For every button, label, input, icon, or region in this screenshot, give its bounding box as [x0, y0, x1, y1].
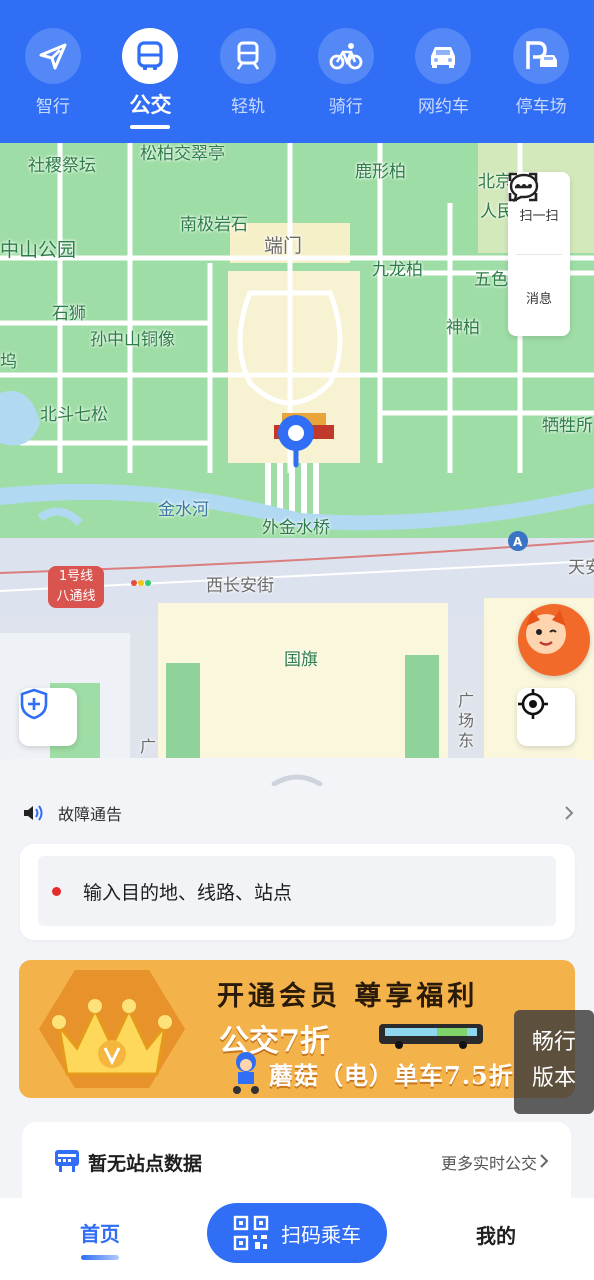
map-side-panel: 扫一扫 消息 [508, 172, 570, 336]
destination-dot-icon [52, 886, 61, 896]
bottom-nav: 首页 扫码乘车 我的 [0, 1190, 594, 1280]
car-icon [415, 28, 472, 84]
station-title: 暂无站点数据 [88, 1153, 203, 1175]
search-card: 输入目的地、线路、站点 [20, 844, 575, 940]
mascot-icon [526, 610, 566, 654]
crown-icon [39, 970, 185, 1088]
train-icon [220, 28, 277, 84]
map-label: 鹿形柏 [355, 162, 406, 182]
map-label: 牺牲所 [542, 416, 593, 436]
mode-label: 轻轨 [231, 97, 266, 117]
svg-text:A: A [513, 535, 523, 549]
parking-icon [513, 28, 570, 84]
version-switch-button[interactable]: 畅行 版本 [514, 1010, 594, 1114]
mode-label: 公交 [129, 93, 172, 117]
fault-notice-label: 故障通告 [58, 805, 123, 824]
metro-line-1: 1号线 [58, 569, 94, 584]
bus-stop-board-icon [55, 1150, 79, 1172]
mode-label: 智行 [35, 97, 70, 117]
version-switch-line1: 畅行 [531, 1030, 576, 1055]
more-realtime-bus-link[interactable]: 更多实时公交 [441, 1150, 537, 1174]
banner-offer-bike: 蘑菇（电）单车7.5折 [269, 1061, 514, 1090]
map-view[interactable]: A 社稷祭坛 松柏交翠亭 鹿形柏 北京故宫 人民 中山公园 南极岩石 端门 九龙… [0, 143, 594, 760]
map-label: 神柏 [446, 318, 480, 338]
metro-line-badge[interactable]: 1号线 八通线 [48, 566, 104, 608]
map-label: 广场东 [458, 691, 475, 750]
map-label: 社稷祭坛 [28, 156, 96, 176]
map-label: 天安 [568, 558, 594, 578]
scan-label: 扫一扫 [519, 209, 559, 225]
map-label: 端门 [264, 235, 303, 257]
speaker-icon [24, 805, 43, 821]
active-indicator [130, 125, 171, 129]
nav-active-indicator [81, 1255, 119, 1260]
membership-banner[interactable]: 开通会员 尊享福利 公交7折 蘑菇（电）单车7.5折 [19, 960, 575, 1098]
scan-to-ride-label: 扫码乘车 [281, 1222, 361, 1247]
bus-illustration-icon [379, 1024, 483, 1049]
fault-notice-row[interactable]: 故障通告 [22, 800, 574, 826]
locate-me-button[interactable] [517, 688, 575, 746]
nav-mine[interactable]: 我的 [454, 1220, 538, 1249]
send-arrow-icon [24, 28, 81, 84]
message-button[interactable]: 消息 [508, 173, 570, 337]
map-label: 九龙柏 [372, 260, 423, 280]
mode-cycling[interactable]: 骑行 [301, 28, 391, 143]
sheet-handle-icon[interactable] [271, 772, 323, 786]
map-label: 西长安街 [206, 576, 274, 596]
mode-label: 骑行 [328, 97, 363, 117]
crosshair-icon [518, 689, 548, 719]
message-icon [509, 173, 539, 202]
map-label: 南极岩石 [180, 215, 248, 235]
mode-label: 停车场 [515, 97, 567, 117]
destination-search-input[interactable]: 输入目的地、线路、站点 [38, 856, 556, 926]
bottom-sheet: 故障通告 输入目的地、线路、站点 开通会员 尊享福利 公交7折 蘑菇（电）单车7… [0, 758, 594, 1212]
mode-bus[interactable]: 公交 [105, 28, 195, 143]
mode-smart-travel[interactable]: 智行 [8, 28, 98, 143]
search-placeholder: 输入目的地、线路、站点 [83, 881, 293, 904]
metro-line-batong: 八通线 [56, 589, 96, 604]
map-label: 中山公园 [0, 239, 77, 261]
map-label: 北斗七松 [40, 405, 108, 425]
shield-icon [20, 688, 48, 720]
map-label: 外金水桥 [262, 518, 330, 538]
scan-to-ride-button[interactable]: 扫码乘车 [207, 1203, 387, 1263]
map-label: 石狮 [52, 304, 86, 324]
banner-headline: 开通会员 尊享福利 [217, 981, 479, 1012]
nav-mine-label: 我的 [476, 1224, 516, 1248]
mode-ride-hailing[interactable]: 网约车 [398, 28, 488, 143]
qr-code-icon [233, 1215, 269, 1251]
version-switch-line2: 版本 [531, 1066, 576, 1091]
safety-shield-button[interactable] [19, 688, 77, 746]
mode-parking[interactable]: 停车场 [496, 28, 586, 143]
mode-light-rail[interactable]: 轻轨 [203, 28, 293, 143]
map-label: 坞 [0, 352, 17, 372]
mascot-avatar-button[interactable] [518, 604, 590, 676]
rider-mascot-icon [233, 1052, 259, 1094]
message-label: 消息 [525, 291, 552, 307]
map-label: 五色 [474, 270, 508, 290]
transport-mode-bar: 智行 公交 轻轨 骑行 网约车 停车场 [0, 0, 594, 143]
bicycle-icon [317, 28, 374, 84]
chevron-right-icon [565, 806, 574, 820]
map-label: 国旗 [284, 650, 318, 670]
nav-home[interactable]: 首页 [58, 1218, 142, 1260]
map-label: 松柏交翠亭 [140, 144, 225, 164]
bus-icon [122, 28, 179, 84]
nav-home-label: 首页 [80, 1222, 120, 1246]
mode-label: 网约车 [417, 97, 469, 117]
map-label: 广 [140, 737, 157, 756]
map-label: 金水河 [158, 500, 209, 520]
map-label: 孙中山铜像 [90, 330, 175, 350]
chevron-right-icon [540, 1154, 549, 1168]
